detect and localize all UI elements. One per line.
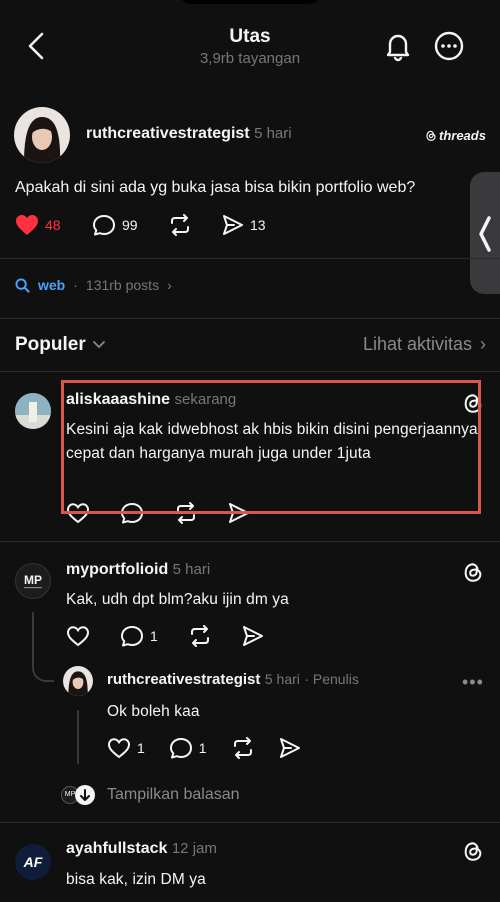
comment-icon — [169, 738, 192, 759]
nested-actions: 1 1 — [107, 737, 301, 759]
divider — [0, 318, 500, 319]
svg-text:MP: MP — [24, 573, 42, 587]
reply-text: Kak, udh dpt blm?aku ijin dm ya — [66, 591, 289, 608]
avatar[interactable] — [15, 393, 51, 429]
reply-time: 5 hari — [172, 561, 211, 578]
repost-icon[interactable] — [231, 737, 255, 759]
reply-avatars: MP — [61, 784, 97, 806]
reply-author-line: myportfolioid 5 hari — [66, 561, 210, 579]
camera-notch — [175, 0, 325, 4]
send-icon[interactable] — [279, 737, 301, 759]
post-username[interactable]: ruthcreativestrategist — [86, 125, 250, 142]
like-button[interactable]: 1 — [107, 737, 145, 759]
chevron-right-icon: › — [167, 277, 172, 293]
send-icon[interactable] — [242, 625, 264, 647]
show-replies-label: Tampilkan balasan — [107, 786, 240, 803]
divider — [0, 541, 500, 542]
author-badge: · Penulis — [304, 671, 359, 687]
page-title: Utas — [229, 26, 271, 47]
bell-icon[interactable] — [384, 30, 412, 62]
topic-count: 131rb posts — [85, 277, 160, 293]
nested-author-line: ruthcreativestrategist 5 hari · Penulis — [107, 671, 359, 689]
nested-username[interactable]: ruthcreativestrategist — [107, 671, 260, 688]
sort-dropdown[interactable]: Populer — [15, 334, 106, 356]
divider — [0, 822, 500, 823]
comment-button[interactable]: 1 — [120, 625, 158, 647]
divider — [0, 371, 500, 372]
sort-label: Populer — [15, 334, 86, 355]
reply-username[interactable]: ayahfullstack — [66, 840, 167, 857]
like-button[interactable]: 48 — [15, 214, 61, 236]
reply-author-line: ayahfullstack 12 jam — [66, 840, 217, 858]
avatar[interactable]: MP — [15, 563, 51, 599]
threads-logo-icon[interactable] — [462, 839, 484, 868]
send-icon — [223, 215, 243, 235]
highlight-box — [61, 380, 481, 514]
threads-brand: threads — [425, 128, 486, 143]
avatar[interactable] — [63, 666, 93, 696]
nested-text: Ok boleh kaa — [107, 703, 200, 720]
chevron-left-icon — [479, 216, 491, 252]
comment-count: 99 — [122, 217, 138, 233]
search-icon — [15, 277, 30, 293]
thread-line — [77, 710, 79, 764]
view-count: 3,9rb tayangan — [199, 50, 301, 67]
more-options-icon[interactable] — [434, 31, 464, 61]
activity-label: Lihat aktivitas — [362, 334, 472, 354]
comment-count: 1 — [150, 628, 158, 644]
reply-text: bisa kak, izin DM ya — [66, 871, 206, 888]
share-count: 13 — [250, 217, 266, 233]
reply-username[interactable]: myportfolioid — [66, 561, 168, 578]
threads-logo-icon[interactable] — [462, 560, 484, 589]
chevron-down-icon — [92, 341, 105, 349]
divider — [0, 258, 500, 259]
topic-tag[interactable]: web · 131rb posts › — [15, 277, 172, 293]
comment-button[interactable]: 99 — [92, 214, 138, 236]
threads-logo-icon — [426, 130, 436, 141]
chevron-right-icon: › — [480, 334, 486, 354]
share-button[interactable]: 13 — [222, 214, 266, 236]
side-drawer-handle[interactable] — [470, 172, 500, 294]
comment-icon — [93, 215, 115, 236]
nested-time: 5 hari — [264, 671, 300, 687]
avatar[interactable]: AF — [15, 844, 51, 880]
post-time: 5 hari — [254, 125, 292, 142]
svg-text:AF: AF — [23, 854, 43, 870]
comment-button[interactable]: 1 — [169, 737, 207, 759]
arrow-down-icon — [75, 785, 95, 805]
heart-icon[interactable] — [66, 625, 90, 647]
reply-time: 12 jam — [171, 840, 217, 857]
activity-link[interactable]: Lihat aktivitas › — [363, 334, 486, 355]
repost-icon[interactable] — [188, 625, 212, 647]
reply-actions: 1 — [66, 625, 264, 647]
thread-connector — [32, 612, 54, 682]
more-options-icon[interactable]: ••• — [462, 672, 484, 693]
show-replies-button[interactable]: MP Tampilkan balasan — [61, 784, 240, 806]
repost-icon[interactable] — [168, 214, 192, 241]
comment-icon — [121, 626, 143, 647]
post-author-line: ruthcreativestrategist 5 hari — [86, 125, 292, 143]
comment-count: 1 — [198, 740, 207, 756]
avatar[interactable] — [14, 107, 70, 163]
topic-name: web — [38, 277, 66, 293]
post-text: Apakah di sini ada yg buka jasa bisa bik… — [15, 179, 416, 196]
heart-icon — [107, 738, 131, 759]
heart-filled-icon — [16, 215, 38, 235]
like-count: 1 — [137, 740, 145, 756]
like-count: 48 — [45, 217, 61, 233]
